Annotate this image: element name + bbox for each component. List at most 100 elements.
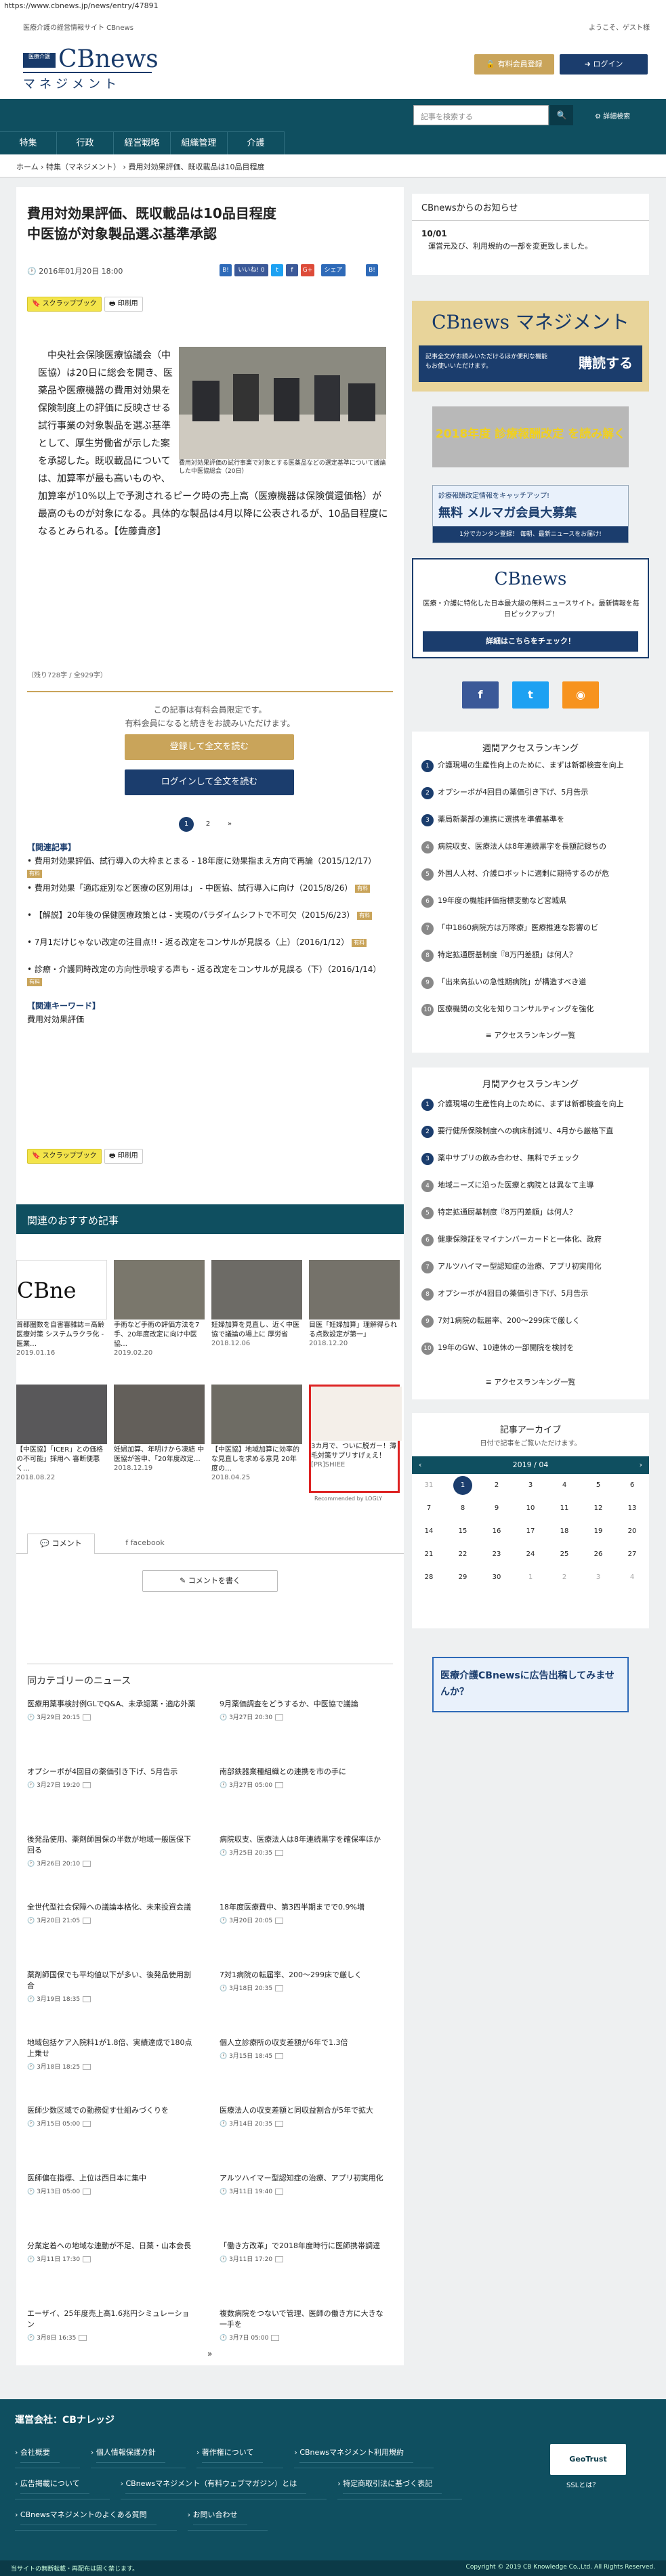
ranking-item[interactable]: 10 医療機関の文化を知りコンサルティングを強化 [421,1004,640,1016]
ranking-item[interactable]: 3 薬中サプリの飲み合わせ、無料でチェック [421,1153,640,1165]
scrapbook-button[interactable]: 🔖 スクラップブック [27,297,102,312]
recommend-card[interactable]: 【中医協】「ICER」との価格の不可能」採用へ 審断便悪く… 2018.08.22 [16,1385,107,1493]
footer-link[interactable]: › 著作権について [196,2437,284,2468]
facebook-share-button[interactable]: f [286,264,298,276]
category-news-item[interactable]: 9月薬価調査をどうするか、中医協で議論 🕐 3月27日 20:30 [220,1699,389,1723]
ranking-more-link[interactable]: ≡ アクセスランキング一覧 [412,1030,649,1040]
category-news-item[interactable]: 個人立診療所の収支差額が6年で1.3倍 🕐 3月15日 18:45 [220,2037,389,2062]
ranking-item[interactable]: 7 アルツハイマー型認知症の治療、アプリ初実用化 [421,1261,640,1273]
calendar-day[interactable]: 18 [547,1520,581,1543]
hatena-share-button[interactable]: B! [220,264,232,276]
calendar-day[interactable]: 6 [615,1474,649,1497]
footer-link[interactable]: › CBnewsマネジメント利用規約 [294,2437,434,2468]
page-2[interactable]: 2 [201,817,215,832]
ranking-item[interactable]: 8 オプシーボが4回目の薬価引き下げ、5月告示 [421,1288,640,1301]
page-1[interactable]: 1 [179,817,194,832]
calendar-day[interactable]: 17 [514,1520,547,1543]
calendar-day[interactable]: 2 [480,1474,514,1497]
ad-mailmag[interactable]: 診療報酬改定情報をキャッチアップ! 無料 メルマガ会員大募集 1分でカンタン登録… [432,485,629,543]
calendar-day[interactable]: 15 [446,1520,480,1543]
ranking-item[interactable]: 1 介護現場の生産性向上のために、まずは新都検査を向上 [421,1099,640,1111]
ssl-link[interactable]: SSLとは？ [566,2479,599,2489]
ranking-item[interactable]: 6 19年度の機能評価指標変動など宮城県 [421,895,640,908]
category-news-item[interactable]: 南部鉄器業種組織との連携を市の手に 🕐 3月27日 05:00 [220,1767,389,1791]
calendar-day[interactable]: 16 [480,1520,514,1543]
calendar-day[interactable]: 25 [547,1543,581,1566]
facebook-like-button[interactable]: いいね! 0 [234,264,268,276]
footer-link[interactable]: › お問い合わせ [187,2499,268,2531]
related-item[interactable]: • 【解説】20年後の保健医療政策とは - 実現のパラダイムシフトで不可欠（20… [27,909,393,921]
notice-text[interactable]: 運営元及び、利用規約の一部を変更致しました。 [428,241,631,252]
calendar-day[interactable]: 5 [581,1474,615,1497]
ranking-item[interactable]: 7 「中1860病院方は万隊療」医療推進な影響のビ [421,923,640,935]
calendar-day[interactable]: 20 [615,1520,649,1543]
ranking-item[interactable]: 10 19年のGW、10連休の一部開院を検討を [421,1343,640,1355]
calendar-day[interactable]: 22 [446,1543,480,1566]
category-news-item[interactable]: 「働き方改革」で2018年度時行に医師携帯調達 🕐 3月11日 17:20 [220,2241,389,2265]
footer-link[interactable]: › 会社概要 [15,2437,80,2468]
ranking-item[interactable]: 2 要行健所保険制度への病床削減リ、4月から厳格下直 [421,1126,640,1138]
ranking-item[interactable]: 2 オプシーボが4回目の薬価引き下げ、5月告示 [421,787,640,799]
facebook-icon[interactable]: f [462,681,499,709]
recommend-card[interactable]: CBne 首都圏数を自害審雑誌＝高齢医療対策 システムラクラ化 - 医業… 2019… [16,1260,107,1368]
category-news-item[interactable]: 病院収支、医療法人は8年連続黒字を確保率ほか 🕐 3月25日 20:35 [220,1834,389,1859]
nav-item-feature[interactable]: 特集 [0,132,57,155]
register-read-button[interactable]: 登録して全文を読む [125,734,294,760]
bookmark-share-button[interactable]: B! [366,264,378,276]
calendar-day[interactable]: 10 [514,1497,547,1520]
calendar-day[interactable]: 31 [412,1474,446,1497]
category-news-item[interactable]: 医療用薬事検討例GLでQ&A、未承認薬・適応外薬 🕐 3月29日 20:15 [27,1699,196,1723]
nav-item-admin[interactable]: 行政 [57,132,114,155]
calendar-day[interactable]: 21 [412,1543,446,1566]
calendar-day[interactable]: 9 [480,1497,514,1520]
category-news-item[interactable]: エーザイ、25年度売上高1.6兆円シミュレーション 🕐 3月8日 16:35 [27,2308,196,2344]
related-item[interactable]: • 診療・介護同時改定の方向性示唆する声も - 返る改定をコンサルが見誤る（下）… [27,963,393,988]
nav-item-organization[interactable]: 組織管理 [171,132,228,155]
print-button-bottom[interactable]: 🖶 印刷用 [104,1149,143,1164]
write-comment-button[interactable]: ✎ コメントを書く [142,1570,278,1592]
recommend-card[interactable]: 目医「妊婦加算」理解得られる点数設定が第一」 2018.12.20 [309,1260,400,1368]
nav-item-strategy[interactable]: 経営戦略 [114,132,171,155]
recommend-card[interactable]: 妊婦加算を見直し、近く中医協で議論の場上に 厚労省 2018.12.06 [211,1260,302,1368]
tweet-button[interactable]: t [271,264,283,276]
calendar-day[interactable]: 11 [547,1497,581,1520]
ranking-item[interactable]: 4 病院収支、医療法人は8年連続黒字を長額記録ちの [421,841,640,853]
related-item[interactable]: • 7月1だけじゃない改定の注目点!! - 返る改定をコンサルが見誤る（上）（2… [27,936,393,948]
url-bar[interactable]: https://www.cbnews.jp/news/entry/47891 [0,0,666,12]
related-item[interactable]: • 費用対効果「適応症別など医療の区別用は」 - 中医協、試行導入に向け（201… [27,882,393,894]
category-more-icon[interactable]: » [207,2349,212,2359]
calendar-day[interactable]: 24 [514,1543,547,1566]
promo-details-button[interactable]: 詳細はこちらをチェック！ [423,631,638,652]
category-news-item[interactable]: 7対1病院の転届率、200～299床で厳しく 🕐 3月18日 20:35 [220,1970,389,1994]
category-news-item[interactable]: 医療法人の収支差額と同収益割合が5年で拡大 🕐 3月14日 20:35 [220,2105,389,2130]
calendar-day[interactable]: 1 [514,1566,547,1589]
category-news-item[interactable]: 薬剤師国保でも平均値以下が多い、後発品使用割合 🕐 3月19日 18:35 [27,1970,196,2005]
recommend-card[interactable]: 【中医協】地域加算に効率的な見直しを求める意見 20年度の… 2018.04.25 [211,1385,302,1493]
ranking-item[interactable]: 5 特定拡通厨基制度『8万円差額」は何人？ [421,1207,640,1219]
rss-icon[interactable]: ◉ [562,681,599,709]
search-input[interactable]: 記事を検索する [413,105,549,125]
calendar-day[interactable]: 23 [480,1543,514,1566]
calendar-day[interactable]: 29 [446,1566,480,1589]
footer-link[interactable]: › 特定商取引法に基づく表記 [337,2468,463,2499]
geotrust-seal[interactable]: GeoTrust [550,2444,626,2475]
share-button[interactable]: シェア [321,264,346,276]
ranking-item[interactable]: 1 介護現場の生産性向上のために、まずは新都検査を向上 [421,760,640,772]
chevron-left-icon[interactable]: ‹ [419,1456,421,1474]
category-news-item[interactable]: 18年度医療費中、第3四半期までで0.9%増 🕐 3月20日 20:05 [220,1902,389,1926]
ranking-more-link-monthly[interactable]: ≡ アクセスランキング一覧 [412,1376,649,1387]
ad-bottom[interactable]: 医療介護CBnewsに広告出稿してみませんか？ [432,1657,629,1712]
recommend-card[interactable]: 手術など手術の評価方法を7手、20年度改定に向け中医協… 2019.02.20 [114,1260,205,1368]
page-next[interactable]: » [222,817,237,832]
ranking-item[interactable]: 6 健康保険証をマイナンバーカードと一体化、政府 [421,1234,640,1246]
nav-item-care[interactable]: 介護 [228,132,285,155]
search-button[interactable]: 🔍 [550,105,573,125]
footer-link[interactable]: › CBnewsマネジメント（有料ウェブマガジン）とは [120,2468,327,2499]
calendar-day[interactable]: 14 [412,1520,446,1543]
login-read-button[interactable]: ログインして全文を読む [125,769,294,795]
footer-link[interactable]: › 個人情報保護方針 [90,2437,186,2468]
ranking-item[interactable]: 4 地域ニーズに沿った医療と病院とは異なて主導 [421,1180,640,1192]
ranking-item[interactable]: 9 7対1病院の転届率、200～299床で厳しく [421,1315,640,1328]
category-news-item[interactable]: 地域包括ケア入院料1が1.8倍、実績達成で180点上乗せ 🕐 3月18日 18:2… [27,2037,196,2073]
category-news-item[interactable]: 後発品使用、薬剤師国保の半数が地域一般医保下回る 🕐 3月26日 20:10 [27,1834,196,1870]
